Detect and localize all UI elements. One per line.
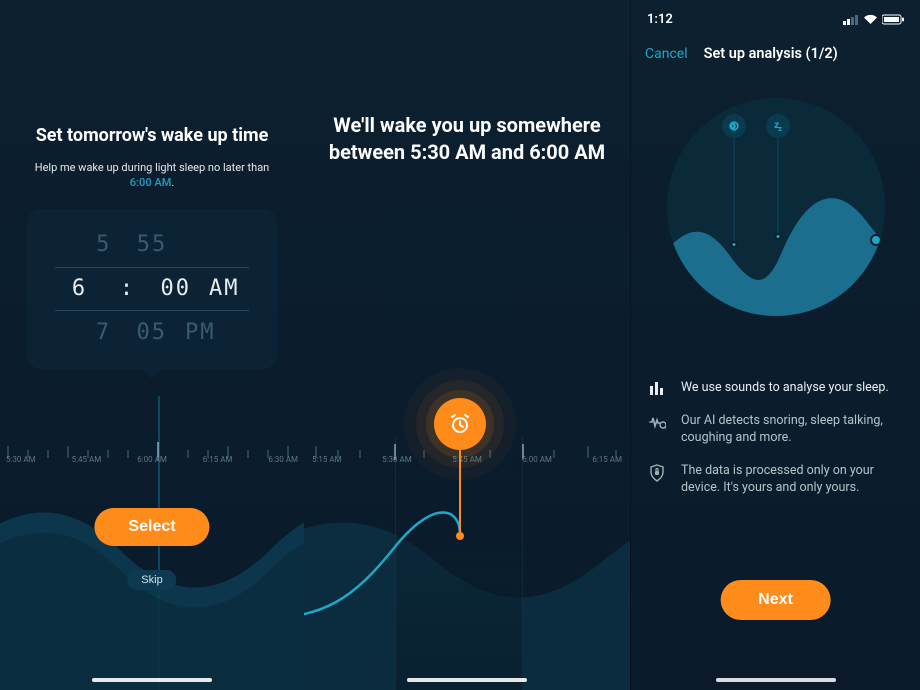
bullet-text: The data is processed only on your devic… (681, 463, 904, 497)
bullet-ai: Our AI detects snoring, sleep talking, c… (647, 413, 904, 447)
ruler-label: 6:15 AM (592, 455, 622, 464)
bars-icon (647, 380, 667, 395)
snore-icon (722, 114, 746, 138)
page-title: We'll wake you up somewhere between 5:30… (304, 112, 630, 166)
status-bar: 1:12 (631, 0, 920, 31)
ruler-label: 6:30 AM (268, 455, 298, 464)
status-time: 1:12 (647, 12, 673, 27)
screen-wake-range: We'll wake you up somewhere between 5:30… (304, 0, 630, 690)
home-indicator-icon[interactable] (407, 678, 527, 682)
select-button[interactable]: Select (94, 508, 209, 546)
shield-lock-icon (647, 463, 667, 482)
ruler-label: 5:45 AM (72, 455, 102, 464)
picker-prev-min: 55 (137, 232, 168, 257)
alarm-anchor-dot-icon (456, 532, 464, 540)
cellular-icon (843, 14, 859, 25)
pin-dot-icon (730, 241, 737, 248)
picker-min: 00 (161, 276, 192, 301)
analysis-illustration: zz (667, 98, 885, 316)
ruler-label: 5:30 AM (6, 455, 36, 464)
picker-row-next[interactable]: 7 05 PM (27, 311, 277, 355)
wifi-icon (863, 14, 878, 25)
zzz-icon: zz (766, 114, 790, 138)
screen-setup-analysis: 1:12 Cancel Set up analysis (1/2) zz (630, 0, 920, 690)
ruler-label: 6:00 AM (137, 455, 167, 464)
ruler-labels: 5:30 AM 5:45 AM 6:00 AM 6:15 AM 6:30 AM (0, 455, 304, 464)
home-indicator-icon[interactable] (716, 678, 836, 682)
subtitle-prefix: Help me wake up during light sleep no la… (35, 161, 270, 174)
picker-spacer (185, 232, 215, 257)
bullet-text: We use sounds to analyse your sleep. (681, 380, 889, 397)
ruler-label: 5:45 AM (452, 455, 482, 464)
time-picker[interactable]: 5 55 6 : 00 AM 7 05 PM (27, 209, 277, 369)
event-pin-snore (733, 126, 735, 244)
ruler-labels: 5:15 AM 5:30 AM 5:45 AM 6:00 AM 6:15 AM (304, 455, 630, 464)
picker-next-ampm: PM (185, 320, 216, 345)
picker-prev-hour: 5 (89, 232, 119, 257)
ruler-label: 5:15 AM (312, 455, 342, 464)
picker-colon: : (113, 276, 143, 301)
picker-pointer-icon (142, 369, 162, 379)
home-indicator-icon[interactable] (92, 678, 212, 682)
battery-icon (882, 14, 904, 25)
ruler-label: 6:15 AM (203, 455, 233, 464)
event-pin-sleep: zz (777, 126, 779, 236)
picker-row-selected[interactable]: 6 : 00 AM (55, 267, 249, 311)
alarm-stem-line (459, 448, 461, 536)
nav-title: Set up analysis (1/2) (704, 45, 838, 62)
subtitle-suffix: . (171, 176, 174, 189)
next-button[interactable]: Next (720, 580, 831, 620)
bullet-text: Our AI detects snoring, sleep talking, c… (681, 413, 904, 447)
screen-set-wake-time: Set tomorrow's wake up time Help me wake… (0, 0, 304, 690)
picker-ampm: AM (209, 276, 240, 301)
alarm-clock-icon (434, 398, 486, 450)
skip-button[interactable]: Skip (127, 570, 176, 590)
picker-next-hour: 7 (89, 320, 119, 345)
ruler-label: 6:00 AM (522, 455, 552, 464)
subtitle-time: 6:00 AM (130, 176, 172, 189)
bullet-sounds: We use sounds to analyse your sleep. (647, 380, 904, 397)
pin-dot-icon (774, 233, 781, 240)
status-icons (843, 14, 904, 25)
curve-end-dot-icon (870, 234, 882, 246)
page-title: Set tomorrow's wake up time (0, 125, 304, 146)
bullet-list: We use sounds to analyse your sleep. Our… (647, 380, 904, 496)
ruler-label: 5:30 AM (382, 455, 412, 464)
picker-next-min: 05 (137, 320, 168, 345)
sleep-curve-icon (304, 468, 630, 688)
ai-detect-icon (647, 413, 667, 430)
picker-row-prev[interactable]: 5 55 (27, 223, 277, 267)
nav-bar: Cancel Set up analysis (1/2) (631, 31, 920, 62)
picker-hour: 6 (65, 276, 95, 301)
subtitle: Help me wake up during light sleep no la… (0, 160, 304, 191)
cancel-button[interactable]: Cancel (645, 46, 688, 62)
bullet-privacy: The data is processed only on your devic… (647, 463, 904, 497)
